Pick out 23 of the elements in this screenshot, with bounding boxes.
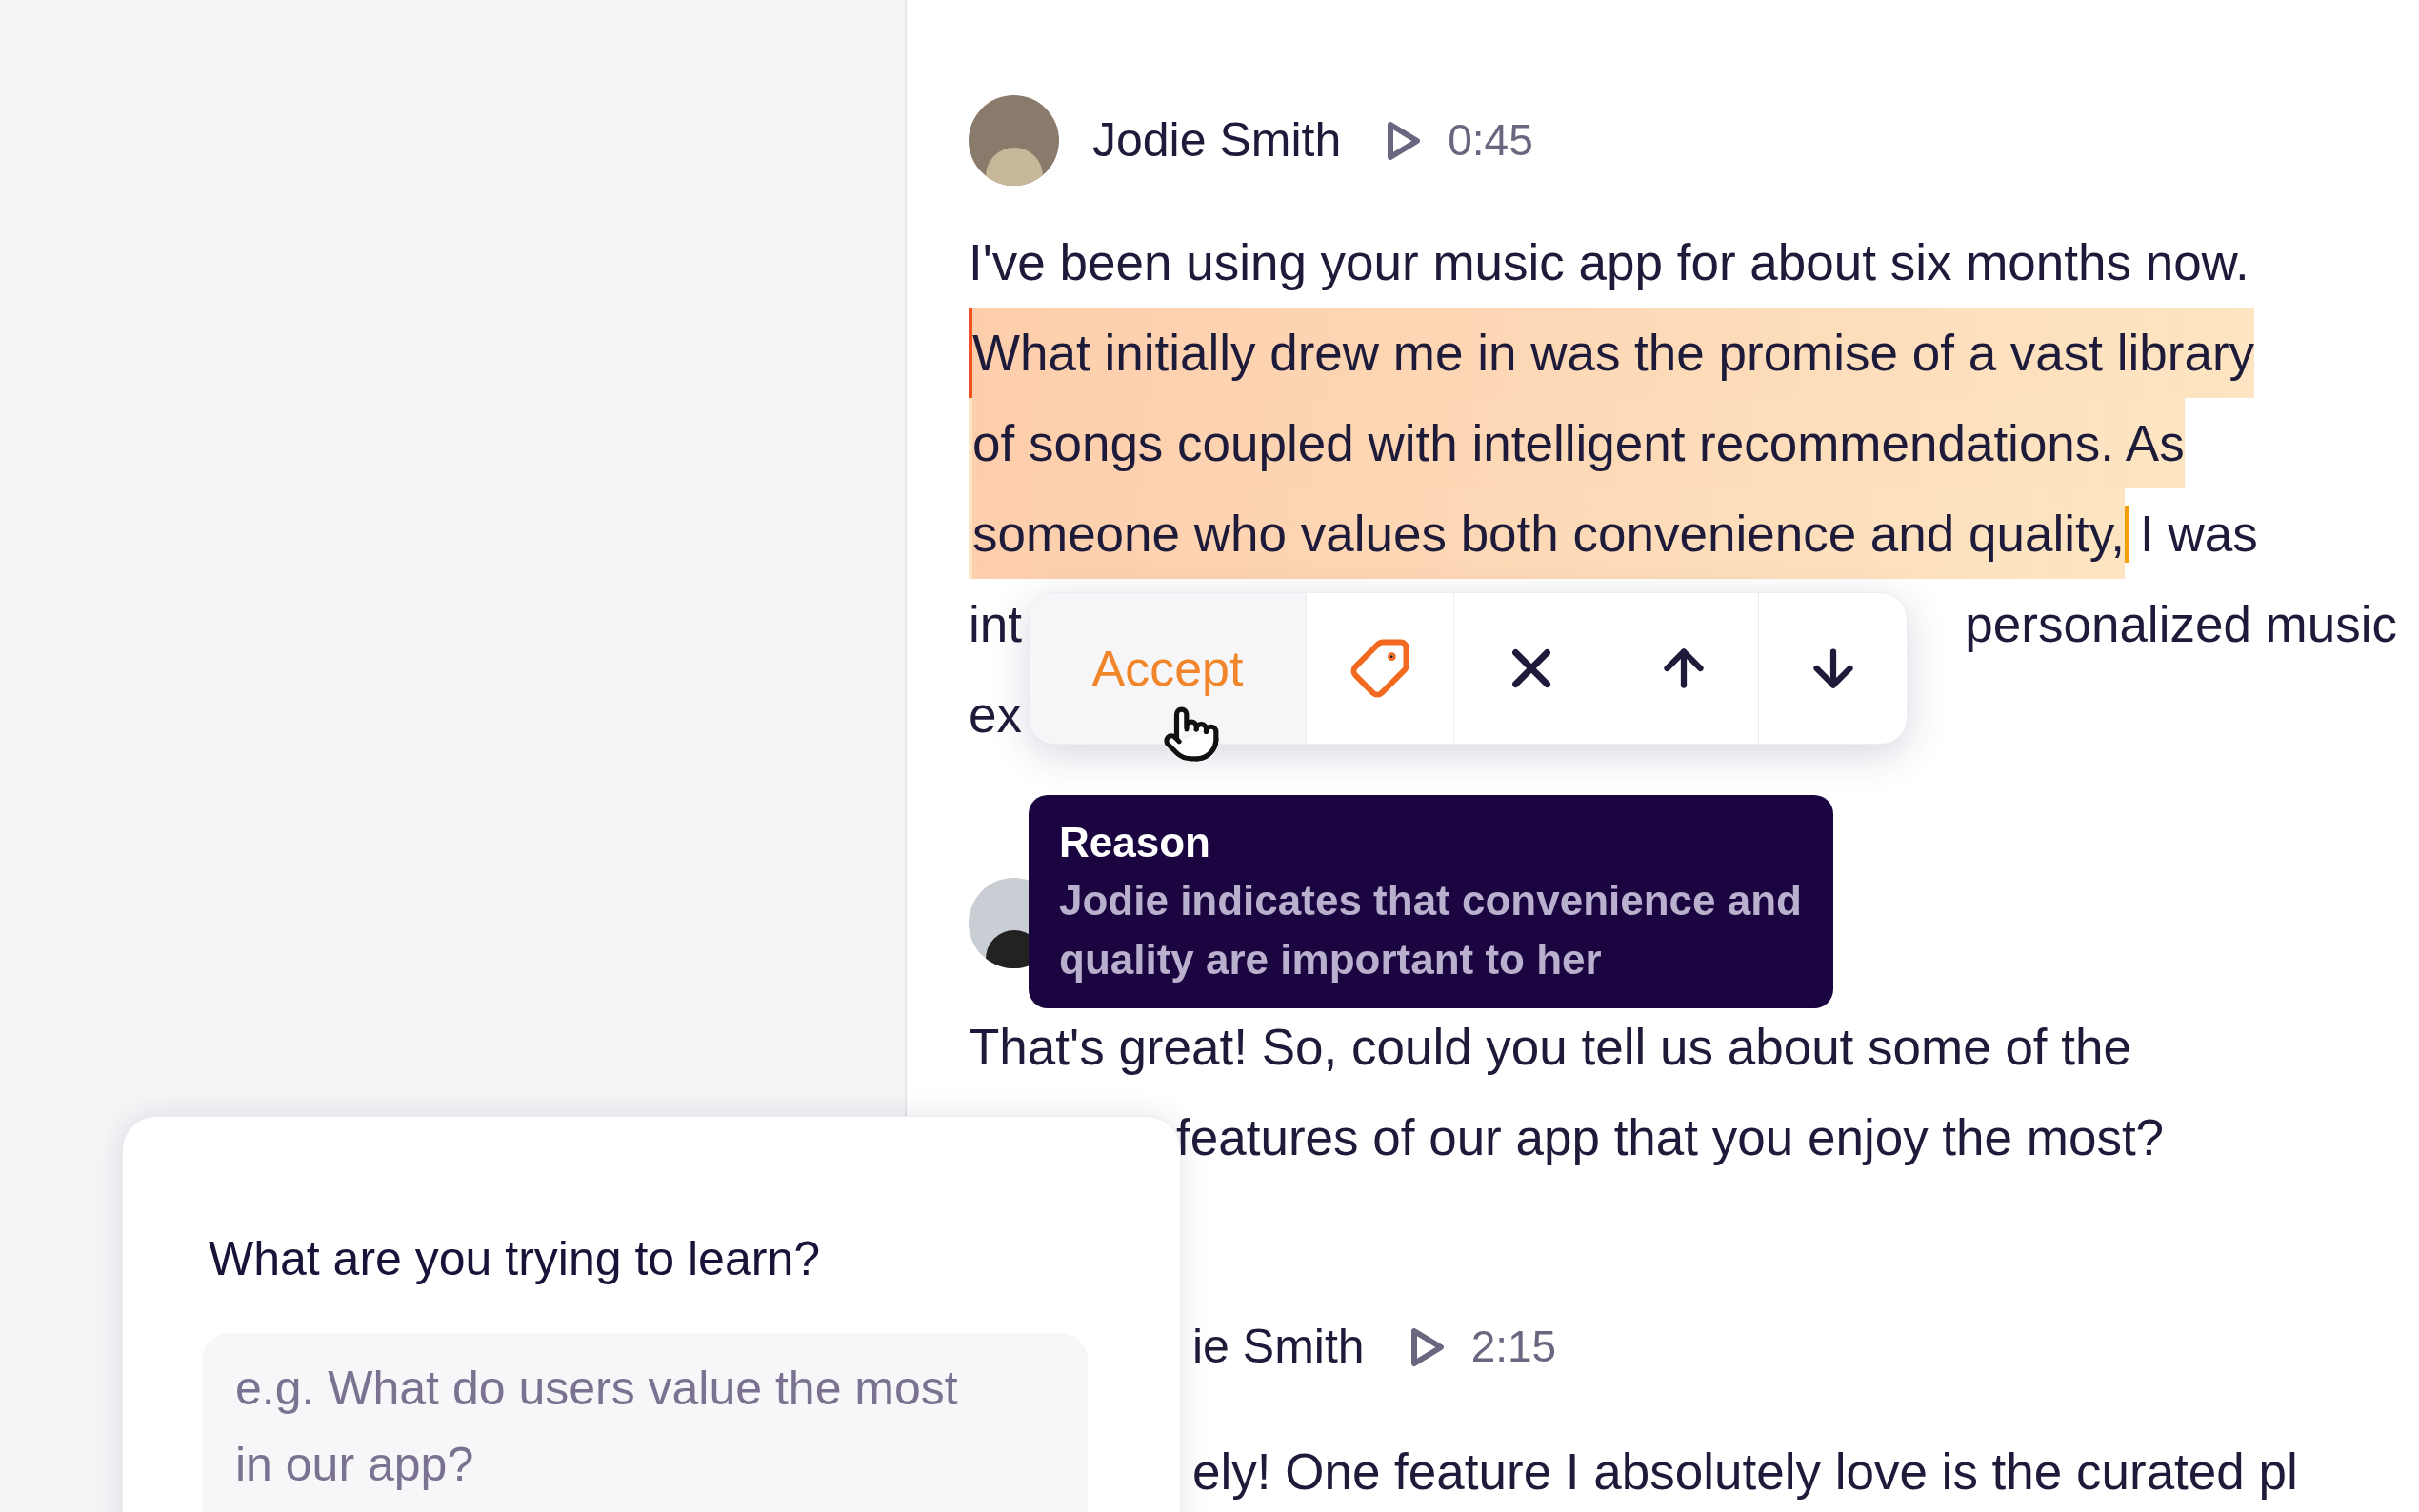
play-icon[interactable] — [1409, 1326, 1445, 1367]
play-icon[interactable] — [1387, 120, 1422, 161]
transcript-text: I was — [2140, 505, 2258, 564]
transcript-text: I've been using your music app for about six months now. — [969, 233, 2249, 292]
selection-caret — [2125, 505, 2129, 563]
card-question: What are you trying to learn? — [209, 1231, 821, 1287]
timestamp: 0:45 — [1448, 114, 1533, 167]
transcript-text: personalized music — [1965, 594, 2397, 654]
transcript-text: That's great! So, could you tell us about some of the — [969, 1018, 2131, 1077]
transcript-text: ely! One feature I absolutely love is the curated pl — [1192, 1442, 2298, 1502]
tag-icon — [1349, 637, 1411, 700]
transcript-text: ex — [969, 685, 1022, 745]
highlighted-text[interactable]: of songs coupled with intelligent recommendations. As — [969, 398, 2185, 488]
learn-input-field[interactable]: e.g. What do users value the most in our app? — [202, 1333, 1088, 1512]
tooltip-title: Reason — [1059, 818, 1211, 867]
timestamp: 2:15 — [1470, 1321, 1557, 1373]
speaker-name: ie Smith — [1192, 1319, 1365, 1375]
highlighted-text[interactable]: someone who values both convenience and quality, — [969, 488, 2125, 579]
highlighted-text[interactable]: What initially drew me in was the promise of a vast library — [969, 308, 2255, 398]
tooltip-text: Jodie indicates that convenience and quality are important to her — [1059, 876, 1803, 985]
transcript-text: features of our app that you enjoy the most? — [1176, 1108, 2165, 1167]
transcript-text: int — [969, 594, 1022, 654]
speaker-name: Jodie Smith — [1092, 112, 1342, 169]
